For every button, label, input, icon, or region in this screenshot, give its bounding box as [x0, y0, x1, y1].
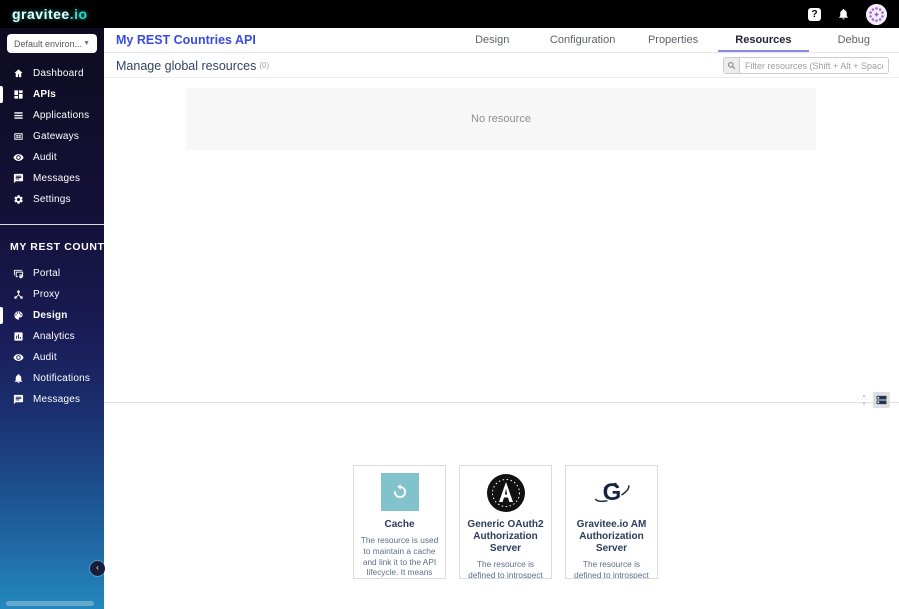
sidebar-item-label: Audit	[33, 352, 57, 363]
card-description: The resource is defined to introspect an…	[571, 559, 652, 579]
tab-properties[interactable]: Properties	[628, 28, 718, 52]
sidebar-item-audit[interactable]: Audit	[0, 147, 104, 168]
sidebar-item-label: Notifications	[33, 373, 90, 384]
sidebar-item-label: Settings	[33, 194, 71, 205]
cache-refresh-icon	[359, 473, 440, 515]
search-icon	[724, 58, 740, 73]
bell-icon	[13, 373, 24, 384]
filter-resources-input[interactable]	[740, 58, 888, 73]
sidebar-item-applications[interactable]: Applications	[0, 105, 104, 126]
gravitee-logo: gravitee.io	[12, 6, 88, 22]
hub-icon	[13, 289, 24, 300]
tab-bar: Design Configuration Properties Resource…	[447, 28, 899, 52]
tab-resources[interactable]: Resources	[718, 28, 808, 52]
tab-debug[interactable]: Debug	[809, 28, 899, 52]
chart-icon	[13, 331, 24, 342]
list-view-toggle-button[interactable]	[873, 392, 890, 408]
environment-selector-value: Default environ...	[14, 39, 82, 49]
home-icon	[13, 68, 24, 79]
user-avatar[interactable]	[866, 4, 887, 25]
sidebar-item-portal[interactable]: Portal	[0, 263, 104, 284]
sidebar-item-label: Portal	[33, 268, 60, 279]
eye-icon	[13, 352, 24, 363]
list-icon	[13, 110, 24, 121]
sidebar-item-analytics[interactable]: Analytics	[0, 326, 104, 347]
svg-text:G: G	[602, 479, 621, 506]
filter-resources-box	[723, 57, 889, 74]
resize-handle-icon[interactable]: ▴····▾	[857, 394, 871, 406]
tab-configuration[interactable]: Configuration	[537, 28, 627, 52]
eye-icon	[13, 152, 24, 163]
section-heading: Manage global resources	[116, 59, 256, 73]
sidebar: Default environ... ▼ Dashboard APIs Appl…	[0, 28, 104, 609]
sidebar-item-label: Audit	[33, 152, 57, 163]
sidebar-item-proxy[interactable]: Proxy	[0, 284, 104, 305]
sidebar-item-label: Applications	[33, 110, 89, 121]
sidebar-item-label: Design	[33, 310, 68, 321]
resource-palette: Cache The resource is used to maintain a…	[353, 465, 658, 579]
board-icon	[13, 131, 24, 142]
chat-icon	[13, 394, 24, 405]
chat-icon	[13, 173, 24, 184]
sidebar-item-label: Proxy	[33, 289, 60, 300]
sidebar-section-title: MY REST COUNTRI...	[0, 225, 104, 263]
oauth2-logo-icon	[465, 473, 546, 515]
list-view-icon	[876, 395, 887, 405]
card-title: Gravitee.io AM Authorization Server	[571, 519, 652, 555]
resource-card-oauth2[interactable]: Generic OAuth2 Authorization Server The …	[459, 465, 552, 579]
empty-state-panel: No resource	[186, 88, 816, 150]
sidebar-item-label: Messages	[33, 173, 80, 184]
sidebar-item-notifications[interactable]: Notifications	[0, 368, 104, 389]
resource-card-gravitee-am[interactable]: G Gravitee.io AM Authorization Server Th…	[565, 465, 658, 579]
sidebar-item-api-messages[interactable]: Messages	[0, 389, 104, 410]
sidebar-item-label: Gateways	[33, 131, 79, 142]
notifications-bell-icon[interactable]	[837, 7, 850, 21]
sidebar-item-settings[interactable]: Settings	[0, 189, 104, 210]
logo-text-suffix: .io	[70, 6, 88, 22]
chevron-down-icon: ▼	[83, 40, 90, 47]
sidebar-item-messages[interactable]: Messages	[0, 168, 104, 189]
card-description: The resource is used to maintain a cache…	[359, 535, 440, 579]
card-title: Generic OAuth2 Authorization Server	[465, 519, 546, 555]
sidebar-item-api-audit[interactable]: Audit	[0, 347, 104, 368]
sidebar-item-label: Analytics	[33, 331, 75, 342]
sidebar-item-label: APIs	[33, 89, 56, 100]
environment-selector[interactable]: Default environ... ▼	[7, 34, 97, 53]
gravitee-am-logo-icon: G	[571, 473, 652, 515]
sidebar-item-gateways[interactable]: Gateways	[0, 126, 104, 147]
resource-count-badge: (0)	[259, 61, 269, 70]
resources-toolbar: Manage global resources (0)	[104, 54, 899, 78]
sidebar-collapse-button[interactable]: ‹	[90, 561, 105, 576]
page-title: My REST Countries API	[104, 28, 256, 52]
resource-card-cache[interactable]: Cache The resource is used to maintain a…	[353, 465, 446, 579]
sidebar-item-apis[interactable]: APIs	[0, 84, 104, 105]
sidebar-item-label: Dashboard	[33, 68, 84, 79]
panel-divider	[104, 402, 899, 403]
help-icon[interactable]: ?	[808, 8, 821, 21]
card-description: The resource is defined to introspect an…	[465, 559, 546, 579]
api-header: My REST Countries API Design Configurati…	[104, 28, 899, 53]
sidebar-horizontal-scrollbar[interactable]	[6, 601, 94, 606]
devices-icon	[13, 268, 24, 279]
dashboard-grid-icon	[13, 89, 24, 100]
tab-design[interactable]: Design	[447, 28, 537, 52]
sidebar-item-label: Messages	[33, 394, 80, 405]
topbar: gravitee.io ?	[0, 0, 899, 28]
palette-icon	[13, 310, 24, 321]
sidebar-item-design[interactable]: Design	[0, 305, 104, 326]
gear-icon	[13, 194, 24, 205]
sidebar-item-dashboard[interactable]: Dashboard	[0, 63, 104, 84]
logo-text-main: gravitee	[12, 6, 70, 22]
card-title: Cache	[359, 519, 440, 531]
empty-state-message: No resource	[471, 113, 531, 125]
